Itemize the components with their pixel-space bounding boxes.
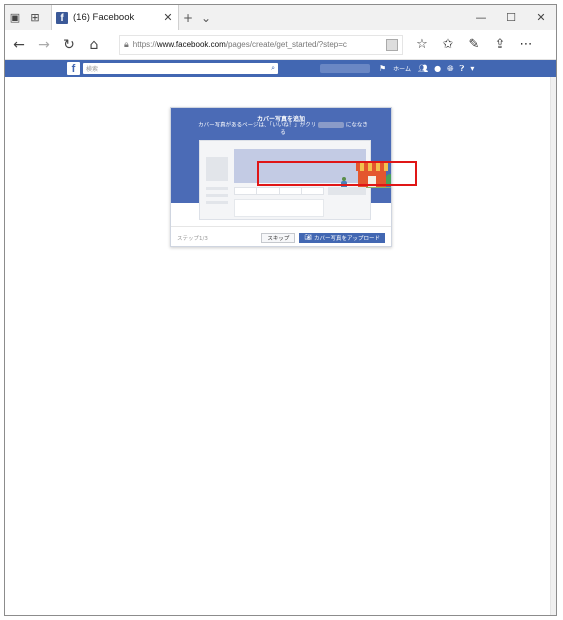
web-note-pen-icon[interactable]: ✎ [461,37,487,52]
tab-menu-chevron-icon[interactable]: ⌄ [197,11,215,25]
favorites-list-icon[interactable]: ✩ [435,37,461,52]
dialog-description: カバー写真があるページは、「いいね！」がクリ にななき る [198,122,368,136]
share-icon[interactable]: ⇪ [487,37,513,52]
account-menu-chevron-icon[interactable]: ▾ [470,64,474,73]
new-tab-button[interactable]: + [179,11,197,25]
home-link[interactable]: ホーム [393,64,411,73]
upload-button-label: カバー写真をアップロード [313,235,380,242]
messages-icon[interactable]: ● [434,64,441,73]
back-arrow-icon[interactable]: ← [8,34,30,56]
favorite-star-icon[interactable]: ☆ [409,37,435,52]
facebook-nav-icons: ⚑ ホーム 👥︎ ● 🌐︎ ❓︎ ▾ [376,64,477,74]
preview-line [206,201,228,204]
red-highlight-annotation [257,161,417,186]
window-controls: — ☐ ✕ [466,11,556,24]
preview-tabs [234,187,324,195]
dialog-footer: ステップ1/3 スキップ 📷︎ カバー写真をアップロード [171,226,391,246]
help-icon[interactable]: ❓︎ [460,64,465,74]
profile-name-blurred[interactable] [320,64,370,73]
facebook-logo-icon[interactable]: f [67,62,80,75]
tab-list-icon[interactable]: ▣ [5,8,25,28]
search-icon[interactable]: ⌕ [271,64,275,73]
upload-cover-photo-button[interactable]: 📷︎ カバー写真をアップロード [299,232,385,243]
home-icon[interactable]: ⌂ [83,34,105,56]
preview-body [234,199,324,217]
browser-window: ▣ ⊞ f (16) Facebook ✕ + ⌄ — ☐ ✕ ← → ↻ ⌂ … [4,4,557,616]
friends-icon[interactable]: 👥︎ [418,64,428,73]
reading-view-icon[interactable] [386,38,398,51]
preview-line [206,194,228,197]
skip-button[interactable]: スキップ [261,232,296,243]
notifications-icon[interactable]: 🌐︎ [447,64,453,74]
preview-button [328,187,366,195]
url-text: https://www.facebook.com/pages/create/ge… [132,40,347,49]
browser-tab-facebook[interactable]: f (16) Facebook ✕ [51,5,179,30]
minimize-button[interactable]: — [466,11,496,24]
maximize-button[interactable]: ☐ [496,11,526,24]
address-bar[interactable]: 🔒︎ https://www.facebook.com/pages/create… [119,34,403,55]
lock-icon: 🔒︎ [124,39,129,50]
facebook-search-input[interactable]: 検索 ⌕ [83,63,278,74]
preview-line [206,187,228,190]
forward-arrow-icon[interactable]: → [33,34,55,56]
navigation-bar: ← → ↻ ⌂ 🔒︎ https://www.facebook.com/page… [5,30,556,60]
refresh-icon[interactable]: ↻ [58,34,80,56]
blurred-page-name [318,122,345,128]
close-window-button[interactable]: ✕ [526,11,556,24]
step-indicator: ステップ1/3 [177,235,208,242]
tab-title: (16) Facebook [73,12,135,23]
toolbar-icons: ☆ ✩ ✎ ⇪ ⋯ [409,37,539,52]
search-placeholder: 検索 [86,66,99,73]
more-menu-icon[interactable]: ⋯ [513,37,539,52]
facebook-top-bar: f 検索 ⌕ ⚑ ホーム 👥︎ ● 🌐︎ ❓︎ ▾ [5,60,556,77]
page-scrollbar[interactable] [550,77,556,615]
preview-profile-box [206,157,228,181]
facebook-favicon-icon: f [56,11,68,24]
set-aside-tabs-icon[interactable]: ⊞ [25,8,45,28]
camera-icon: 📷︎ [304,234,312,241]
tab-bar: ▣ ⊞ f (16) Facebook ✕ + ⌄ — ☐ ✕ [5,5,556,30]
profile-flag-icon[interactable]: ⚑ [379,64,386,73]
tab-close-icon[interactable]: ✕ [162,11,174,24]
